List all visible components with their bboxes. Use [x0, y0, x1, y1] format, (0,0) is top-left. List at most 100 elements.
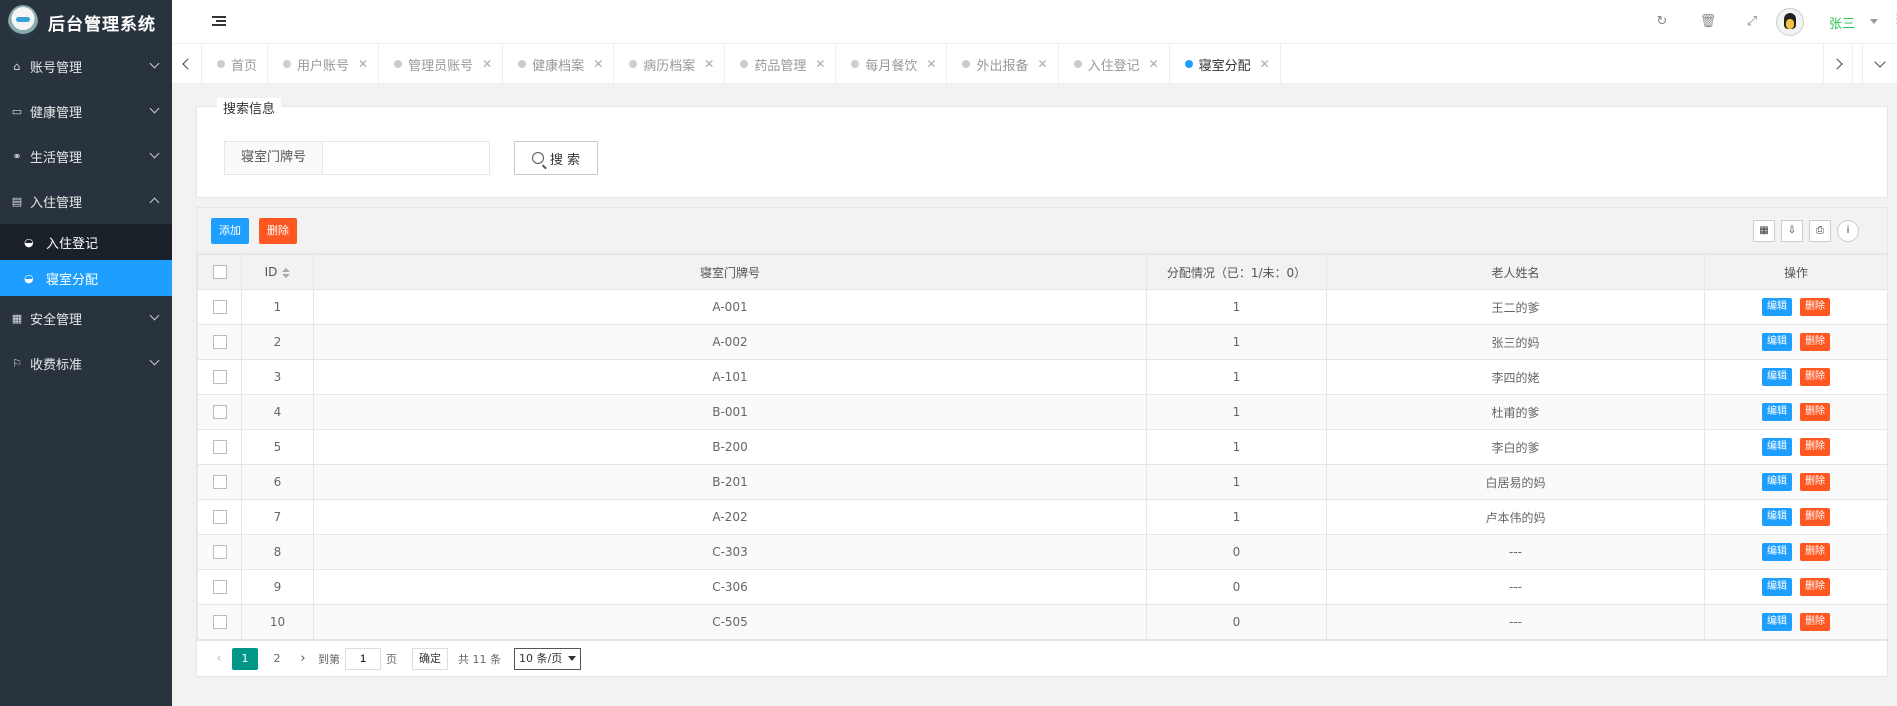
more-vertical-icon[interactable]: ⋮	[1891, 12, 1897, 27]
close-icon[interactable]: ✕	[358, 57, 368, 71]
sidebar-item-security[interactable]: ▦ 安全管理	[0, 296, 172, 341]
close-icon[interactable]: ✕	[1149, 57, 1159, 71]
edit-button[interactable]: 编辑	[1762, 333, 1792, 351]
header-id[interactable]: ID	[241, 254, 314, 290]
sidebar-item-life[interactable]: ⚭ 生活管理	[0, 134, 172, 179]
table-row[interactable]: 10 C-505 0 --- 编辑 删除	[197, 604, 1888, 640]
prev-page-icon[interactable]: ‹	[209, 651, 229, 666]
delete-button[interactable]: 删除	[1800, 613, 1830, 631]
table-row[interactable]: 8 C-303 0 --- 编辑 删除	[197, 534, 1888, 570]
close-icon[interactable]: ✕	[1260, 57, 1270, 71]
row-checkbox[interactable]	[212, 545, 227, 560]
row-checkbox[interactable]	[212, 440, 227, 455]
close-icon[interactable]: ✕	[815, 57, 825, 71]
edit-button[interactable]: 编辑	[1762, 298, 1792, 316]
table-row[interactable]: 6 B-201 1 白居易的妈 编辑 删除	[197, 464, 1888, 500]
edit-button[interactable]: 编辑	[1762, 403, 1792, 421]
edit-button[interactable]: 编辑	[1762, 543, 1792, 561]
delete-button[interactable]: 删除	[1800, 473, 1830, 491]
delete-button[interactable]: 删除	[1800, 438, 1830, 456]
row-checkbox[interactable]	[212, 335, 227, 350]
tab-user-account[interactable]: 用户账号 ✕	[268, 44, 380, 84]
trash-icon[interactable]: 🗑	[1698, 12, 1718, 32]
delete-button[interactable]: 删除	[1800, 508, 1830, 526]
edit-button[interactable]: 编辑	[1762, 613, 1792, 631]
tab-checkin-register[interactable]: 入住登记 ✕	[1059, 44, 1170, 84]
row-checkbox-cell	[197, 324, 242, 360]
page-size-select[interactable]: 10 条/页	[514, 647, 582, 670]
cell-status: 1	[1146, 289, 1327, 325]
close-icon[interactable]: ✕	[593, 57, 603, 71]
delete-button[interactable]: 删除	[1800, 368, 1830, 386]
page-number[interactable]: 1	[232, 647, 258, 670]
refresh-icon[interactable]: ↻	[1652, 12, 1672, 32]
fullscreen-icon[interactable]: ⤢	[1742, 12, 1762, 32]
tab-medicine[interactable]: 药品管理 ✕	[725, 44, 837, 84]
batch-delete-button[interactable]: 删除	[259, 218, 297, 244]
table-row[interactable]: 5 B-200 1 李白的爹 编辑 删除	[197, 429, 1888, 465]
table-row[interactable]: 3 A-101 1 李四的姥 编辑 删除	[197, 359, 1888, 395]
sidebar-item-health[interactable]: ▭ 健康管理	[0, 89, 172, 134]
select-all-checkbox[interactable]	[212, 265, 227, 280]
tab-room-allocation[interactable]: 寝室分配 ✕	[1170, 44, 1281, 84]
tab-admin-account[interactable]: 管理员账号 ✕	[379, 44, 504, 84]
confirm-goto-button[interactable]: 确定	[412, 647, 448, 670]
edit-button[interactable]: 编辑	[1762, 508, 1792, 526]
close-icon[interactable]: ✕	[704, 57, 714, 71]
table-row[interactable]: 4 B-001 1 杜甫的爹 编辑 删除	[197, 394, 1888, 430]
delete-button[interactable]: 删除	[1800, 298, 1830, 316]
username[interactable]: 张三	[1829, 13, 1855, 32]
edit-button[interactable]: 编辑	[1762, 578, 1792, 596]
row-checkbox[interactable]	[212, 370, 227, 385]
row-checkbox[interactable]	[212, 580, 227, 595]
delete-button[interactable]: 删除	[1800, 333, 1830, 351]
export-icon[interactable]: ⇩	[1781, 220, 1803, 242]
row-checkbox[interactable]	[212, 475, 227, 490]
tab-menu-chevron-down-icon[interactable]	[1862, 44, 1897, 84]
delete-button[interactable]: 删除	[1800, 543, 1830, 561]
row-checkbox[interactable]	[212, 510, 227, 525]
menu-toggle-icon[interactable]	[212, 16, 226, 28]
table-row[interactable]: 7 A-202 1 卢本伟的妈 编辑 删除	[197, 499, 1888, 535]
row-checkbox[interactable]	[212, 300, 227, 315]
search-button[interactable]: 搜 索	[514, 141, 598, 175]
add-button[interactable]: 添加	[211, 218, 249, 244]
sort-icon[interactable]	[282, 267, 291, 278]
edit-button[interactable]: 编辑	[1762, 473, 1792, 491]
tab-monthly-meals[interactable]: 每月餐饮 ✕	[836, 44, 948, 84]
close-icon[interactable]: ✕	[482, 57, 492, 71]
delete-button[interactable]: 删除	[1800, 578, 1830, 596]
tab-medical-records[interactable]: 病历档案 ✕	[614, 44, 726, 84]
tab-scroll-right-icon[interactable]	[1823, 44, 1853, 84]
page-number[interactable]: 2	[264, 648, 290, 670]
cell-name: 李白的爹	[1326, 429, 1705, 465]
edit-button[interactable]: 编辑	[1762, 368, 1792, 386]
print-icon[interactable]: ⎙	[1809, 220, 1831, 242]
sidebar-item-checkin[interactable]: ▤ 入住管理	[0, 179, 172, 224]
room-number-input[interactable]	[323, 141, 490, 175]
close-icon[interactable]: ✕	[1038, 57, 1048, 71]
delete-button[interactable]: 删除	[1800, 403, 1830, 421]
sidebar-subitem-checkin-register[interactable]: ◒ 入住登记	[0, 224, 172, 260]
info-icon[interactable]: i	[1837, 220, 1859, 242]
sidebar-item-account[interactable]: ⌂ 账号管理	[0, 44, 172, 89]
tab-outing-report[interactable]: 外出报备 ✕	[947, 44, 1059, 84]
tab-health-records[interactable]: 健康档案 ✕	[503, 44, 615, 84]
sidebar-subitem-room-allocation[interactable]: ◒ 寝室分配	[0, 260, 172, 296]
row-checkbox[interactable]	[212, 615, 227, 630]
table-row[interactable]: 1 A-001 1 王二的爹 编辑 删除	[197, 289, 1888, 325]
next-page-icon[interactable]: ›	[293, 651, 313, 666]
sidebar-item-fees[interactable]: ⚐ 收费标准	[0, 341, 172, 386]
edit-button[interactable]: 编辑	[1762, 438, 1792, 456]
cell-id: 9	[241, 569, 314, 605]
row-checkbox[interactable]	[212, 405, 227, 420]
tab-scroll-left-icon[interactable]	[172, 44, 202, 84]
caret-down-icon[interactable]	[1870, 19, 1878, 24]
avatar[interactable]	[1776, 8, 1804, 36]
columns-filter-icon[interactable]: ▦	[1753, 220, 1775, 242]
close-icon[interactable]: ✕	[926, 57, 936, 71]
table-row[interactable]: 2 A-002 1 张三的妈 编辑 删除	[197, 324, 1888, 360]
tab-home[interactable]: 首页	[202, 44, 269, 84]
goto-page-input[interactable]	[345, 647, 381, 670]
table-row[interactable]: 9 C-306 0 --- 编辑 删除	[197, 569, 1888, 605]
